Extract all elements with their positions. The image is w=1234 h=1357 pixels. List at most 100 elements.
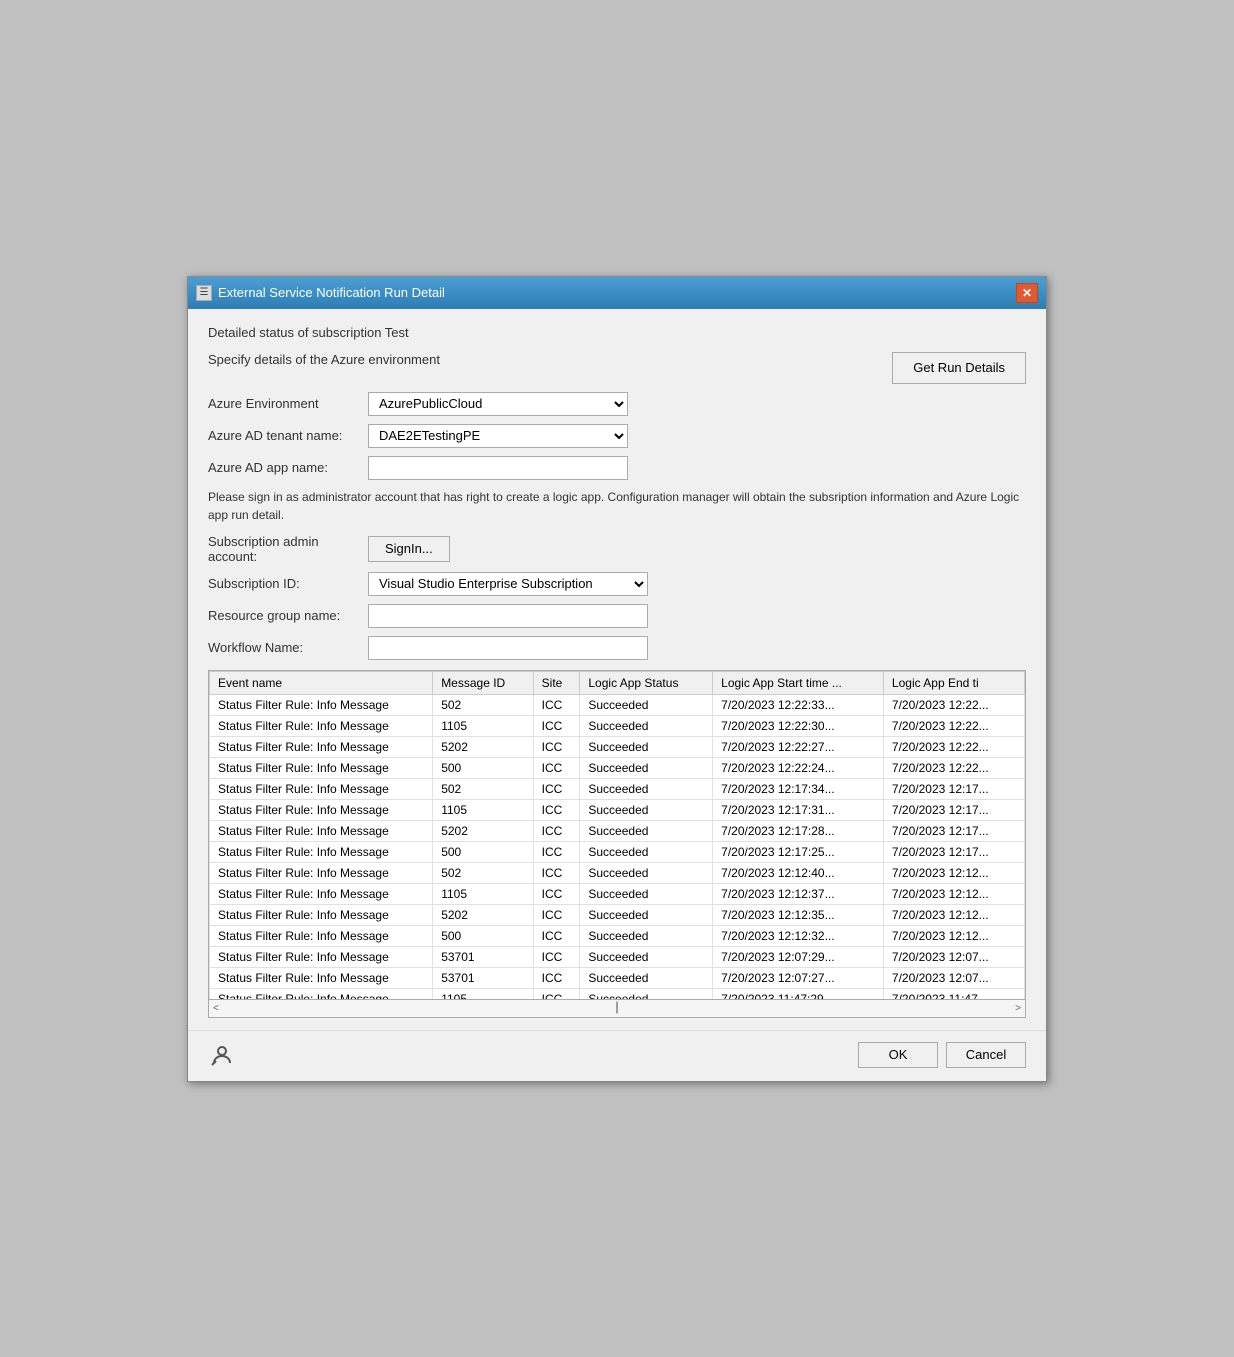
azure-env-select[interactable]: AzurePublicCloud AzureChinaCloud AzureGe… (368, 392, 628, 416)
table-cell: Succeeded (580, 715, 713, 736)
resource-group-label: Resource group name: (208, 608, 368, 623)
table-cell: Succeeded (580, 736, 713, 757)
col-logic-app-end: Logic App End ti (883, 671, 1024, 694)
footer-buttons: OK Cancel (858, 1042, 1026, 1068)
workflow-name-label: Workflow Name: (208, 640, 368, 655)
table-row[interactable]: Status Filter Rule: Info Message5202ICCS… (210, 820, 1025, 841)
workflow-name-row: Workflow Name: ExNotification (208, 636, 1026, 660)
cancel-button[interactable]: Cancel (946, 1042, 1026, 1068)
main-window: ☰ External Service Notification Run Deta… (187, 276, 1047, 1082)
table-row[interactable]: Status Filter Rule: Info Message5202ICCS… (210, 904, 1025, 925)
table-cell: 1105 (433, 883, 533, 904)
table-cell: 7/20/2023 12:12:32... (713, 925, 884, 946)
table-cell: Succeeded (580, 862, 713, 883)
table-cell: 7/20/2023 12:17:34... (713, 778, 884, 799)
table-row[interactable]: Status Filter Rule: Info Message500ICCSu… (210, 925, 1025, 946)
resource-group-control: Resource1 (368, 604, 1026, 628)
resource-group-input[interactable]: Resource1 (368, 604, 648, 628)
table-cell: ICC (533, 757, 580, 778)
subscription-id-label: Subscription ID: (208, 576, 368, 591)
table-cell: ICC (533, 841, 580, 862)
status-label: Detailed status of subscription Test (208, 325, 1026, 340)
table-cell: 7/20/2023 12:07:29... (713, 946, 884, 967)
table-cell: Status Filter Rule: Info Message (210, 799, 433, 820)
table-cell: Succeeded (580, 904, 713, 925)
table-cell: Succeeded (580, 988, 713, 1000)
table-cell: ICC (533, 694, 580, 715)
table-row[interactable]: Status Filter Rule: Info Message53701ICC… (210, 967, 1025, 988)
table-cell: 7/20/2023 12:12... (883, 862, 1024, 883)
table-row[interactable]: Status Filter Rule: Info Message5202ICCS… (210, 736, 1025, 757)
title-bar-left: ☰ External Service Notification Run Deta… (196, 285, 445, 301)
table-cell: Status Filter Rule: Info Message (210, 841, 433, 862)
table-cell: 500 (433, 841, 533, 862)
table-cell: Status Filter Rule: Info Message (210, 904, 433, 925)
table-cell: 53701 (433, 967, 533, 988)
azure-ad-app-control: AsmServerApp (368, 456, 1026, 480)
azure-ad-tenant-control: DAE2ETestingPE (368, 424, 1026, 448)
table-cell: Status Filter Rule: Info Message (210, 862, 433, 883)
azure-env-row: Azure Environment AzurePublicCloud Azure… (208, 392, 1026, 416)
scroll-bar-indicator: ┃ (223, 1003, 1011, 1014)
table-row[interactable]: Status Filter Rule: Info Message502ICCSu… (210, 694, 1025, 715)
table-cell: 7/20/2023 12:12... (883, 904, 1024, 925)
table-header: Event name Message ID Site Logic App Sta… (210, 671, 1025, 694)
table-cell: ICC (533, 778, 580, 799)
table-cell: ICC (533, 820, 580, 841)
table-cell: Status Filter Rule: Info Message (210, 988, 433, 1000)
table-cell: 7/20/2023 12:17:25... (713, 841, 884, 862)
table-cell: 1105 (433, 799, 533, 820)
table-cell: 7/20/2023 12:07:27... (713, 967, 884, 988)
close-button[interactable]: ✕ (1016, 283, 1038, 303)
azure-env-label: Azure Environment (208, 396, 368, 411)
table-cell: 7/20/2023 12:12... (883, 925, 1024, 946)
table-cell: ICC (533, 883, 580, 904)
workflow-name-input[interactable]: ExNotification (368, 636, 648, 660)
azure-ad-tenant-select[interactable]: DAE2ETestingPE (368, 424, 628, 448)
table-row[interactable]: Status Filter Rule: Info Message502ICCSu… (210, 778, 1025, 799)
table-cell: 7/20/2023 12:07... (883, 967, 1024, 988)
table-row[interactable]: Status Filter Rule: Info Message502ICCSu… (210, 862, 1025, 883)
title-bar: ☰ External Service Notification Run Deta… (188, 277, 1046, 309)
table-cell: ICC (533, 946, 580, 967)
azure-ad-app-input[interactable]: AsmServerApp (368, 456, 628, 480)
table-row[interactable]: Status Filter Rule: Info Message1105ICCS… (210, 799, 1025, 820)
table-cell: ICC (533, 967, 580, 988)
table-row[interactable]: Status Filter Rule: Info Message1105ICCS… (210, 988, 1025, 1000)
table-cell: 7/20/2023 12:12:35... (713, 904, 884, 925)
scroll-right-arrow[interactable]: > (1011, 1003, 1025, 1014)
sign-in-button[interactable]: SignIn... (368, 536, 450, 562)
table-row[interactable]: Status Filter Rule: Info Message500ICCSu… (210, 757, 1025, 778)
table-cell: Status Filter Rule: Info Message (210, 778, 433, 799)
table-cell: 7/20/2023 12:22:33... (713, 694, 884, 715)
table-cell: 7/20/2023 12:17... (883, 778, 1024, 799)
resource-group-row: Resource group name: Resource1 (208, 604, 1026, 628)
results-table: Event name Message ID Site Logic App Sta… (209, 671, 1025, 1000)
scroll-left-arrow[interactable]: < (209, 1003, 223, 1014)
footer: OK Cancel (188, 1030, 1046, 1081)
subscription-admin-control: SignIn... (368, 536, 1026, 562)
table-cell: 7/20/2023 12:17:28... (713, 820, 884, 841)
table-cell: Succeeded (580, 778, 713, 799)
table-row[interactable]: Status Filter Rule: Info Message53701ICC… (210, 946, 1025, 967)
subscription-id-row: Subscription ID: Visual Studio Enterpris… (208, 572, 1026, 596)
table-row[interactable]: Status Filter Rule: Info Message1105ICCS… (210, 883, 1025, 904)
results-table-container[interactable]: Event name Message ID Site Logic App Sta… (208, 670, 1026, 1000)
table-row[interactable]: Status Filter Rule: Info Message1105ICCS… (210, 715, 1025, 736)
table-body: Status Filter Rule: Info Message502ICCSu… (210, 694, 1025, 1000)
table-cell: ICC (533, 925, 580, 946)
table-cell: ICC (533, 799, 580, 820)
subscription-id-control: Visual Studio Enterprise Subscription (368, 572, 1026, 596)
get-run-details-button[interactable]: Get Run Details (892, 352, 1026, 384)
table-cell: 7/20/2023 12:22... (883, 715, 1024, 736)
table-cell: 502 (433, 862, 533, 883)
window-icon: ☰ (196, 285, 212, 301)
col-event-name: Event name (210, 671, 433, 694)
table-cell: 5202 (433, 736, 533, 757)
subscription-id-select[interactable]: Visual Studio Enterprise Subscription (368, 572, 648, 596)
table-row[interactable]: Status Filter Rule: Info Message500ICCSu… (210, 841, 1025, 862)
ok-button[interactable]: OK (858, 1042, 938, 1068)
horizontal-scrollbar[interactable]: < ┃ > (208, 1000, 1026, 1018)
table-cell: 7/20/2023 12:07... (883, 946, 1024, 967)
table-cell: Succeeded (580, 757, 713, 778)
